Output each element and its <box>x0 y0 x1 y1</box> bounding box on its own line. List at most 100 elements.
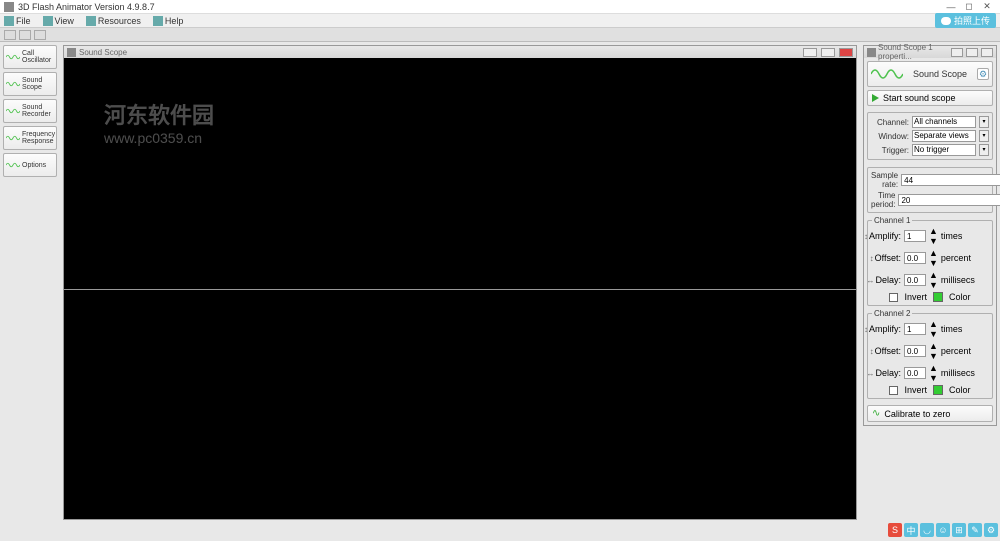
panel-header: Sound Scope ⚙ <box>867 61 993 87</box>
doc-minimize[interactable] <box>803 48 817 57</box>
ch1-invert-checkbox[interactable] <box>889 293 898 302</box>
trigger-select[interactable]: No trigger <box>912 144 976 156</box>
channel-label: Channel: <box>871 118 909 127</box>
channel1-title: Channel 1 <box>872 216 912 225</box>
wave-icon <box>871 65 903 83</box>
trigger-label: Trigger: <box>871 146 909 155</box>
spinner[interactable]: ▲▼ <box>929 341 938 361</box>
spinner[interactable]: ▲▼ <box>929 270 938 290</box>
horizontal-arrow-icon: ↔ <box>866 276 874 285</box>
sidebar-freq-response[interactable]: Frequency Response <box>3 126 57 150</box>
ch2-invert-checkbox[interactable] <box>889 386 898 395</box>
tray-icon[interactable]: ⊞ <box>952 523 966 537</box>
toolbar-button[interactable] <box>4 30 16 40</box>
channel2-title: Channel 2 <box>872 309 912 318</box>
ch2-amplify-input[interactable] <box>904 323 926 335</box>
title-bar: 3D Flash Animator Version 4.9.8.7 — ◻ ✕ <box>0 0 1000 14</box>
panel-body: Sound Scope ⚙ Start sound scope Channel:… <box>864 58 996 425</box>
panel-close[interactable] <box>981 48 993 57</box>
sidebar-options[interactable]: Options <box>3 153 57 177</box>
cloud-icon <box>941 17 951 25</box>
window-label: Window: <box>871 132 909 141</box>
wave-icon <box>6 50 20 64</box>
ch2-color-swatch[interactable] <box>933 385 943 395</box>
scope-canvas[interactable]: 河东软件园 www.pc0359.cn <box>64 58 856 519</box>
timeperiod-input[interactable] <box>898 194 1000 206</box>
tray-icons: S 中 ◡ ☺ ⊞ ✎ ⚙ <box>888 521 998 539</box>
menu-resources[interactable]: Resources <box>86 16 141 26</box>
spinner[interactable]: ▲▼ <box>929 248 938 268</box>
upload-button[interactable]: 拍照上传 <box>935 13 996 28</box>
samplerate-input[interactable] <box>901 174 1000 186</box>
calibrate-icon: ∿ <box>872 408 880 419</box>
ch2-offset-input[interactable] <box>904 345 926 357</box>
sidebar-oscillator[interactable]: Call Oscillator <box>3 45 57 69</box>
menu-view[interactable]: View <box>43 16 74 26</box>
spinner[interactable]: ▲▼ <box>929 363 938 383</box>
sound-scope-window: Sound Scope 河东软件园 www.pc0359.cn <box>63 45 857 520</box>
watermark: 河东软件园 www.pc0359.cn <box>104 98 214 146</box>
ch1-offset-input[interactable] <box>904 252 926 264</box>
scope-baseline <box>64 289 856 290</box>
samplerate-label: Sample rate: <box>871 171 898 189</box>
toolbar-button[interactable] <box>34 30 46 40</box>
close-button[interactable]: ✕ <box>978 2 996 12</box>
menu-bar: File View Resources Help 拍照上传 <box>0 14 1000 28</box>
start-scope-button[interactable]: Start sound scope <box>867 90 993 106</box>
wave-icon <box>6 104 20 118</box>
calibrate-label: Calibrate to zero <box>884 409 950 419</box>
maximize-button[interactable]: ◻ <box>960 2 978 12</box>
channel2-group: Channel 2 ↕Amplify:▲▼times ↕Offset:▲▼per… <box>867 313 993 399</box>
sidebar-label: Frequency Response <box>22 131 55 145</box>
sidebar-label: Call Oscillator <box>22 50 54 64</box>
panel-maximize[interactable] <box>966 48 978 57</box>
tray-icon[interactable]: ☺ <box>936 523 950 537</box>
vertical-arrow-icon: ↕ <box>870 347 874 356</box>
toolbar <box>0 28 1000 42</box>
menu-file[interactable]: File <box>4 16 31 26</box>
file-icon <box>4 16 14 26</box>
ch2-delay-input[interactable] <box>904 367 926 379</box>
app-icon <box>4 2 14 12</box>
tray-icon[interactable]: ◡ <box>920 523 934 537</box>
view-icon <box>43 16 53 26</box>
help-icon <box>153 16 163 26</box>
menu-help[interactable]: Help <box>153 16 184 26</box>
resources-icon <box>86 16 96 26</box>
document-icon <box>67 48 76 57</box>
tray-icon[interactable]: ⚙ <box>984 523 998 537</box>
wave-icon <box>6 77 20 91</box>
toolbar-button[interactable] <box>19 30 31 40</box>
doc-maximize[interactable] <box>821 48 835 57</box>
dropdown-icon[interactable]: ▾ <box>979 116 989 128</box>
minimize-button[interactable]: — <box>942 2 960 12</box>
app-title: 3D Flash Animator Version 4.9.8.7 <box>18 2 942 12</box>
window-select[interactable]: Separate views <box>912 130 976 142</box>
sidebar-label: Options <box>22 162 46 169</box>
tray-icon[interactable]: 中 <box>904 523 918 537</box>
dropdown-icon[interactable]: ▾ <box>979 144 989 156</box>
tray-icon[interactable]: ✎ <box>968 523 982 537</box>
settings-icon[interactable]: ⚙ <box>977 68 989 80</box>
calibrate-button[interactable]: ∿ Calibrate to zero <box>867 405 993 422</box>
ch1-amplify-input[interactable] <box>904 230 926 242</box>
document-titlebar: Sound Scope <box>64 46 856 58</box>
spinner[interactable]: ▲▼ <box>929 226 938 246</box>
wave-icon <box>6 158 20 172</box>
doc-close[interactable] <box>839 48 853 57</box>
ch1-delay-input[interactable] <box>904 274 926 286</box>
sidebar-label: Sound Scope <box>22 77 54 91</box>
sidebar-sound-scope[interactable]: Sound Scope <box>3 72 57 96</box>
sidebar-sound-recorder[interactable]: Sound Recorder <box>3 99 57 123</box>
panel-minimize[interactable] <box>951 48 963 57</box>
channel-select[interactable]: All channels <box>912 116 976 128</box>
play-icon <box>872 94 879 102</box>
channel1-group: Channel 1 ↕Amplify:▲▼times ↕Offset:▲▼per… <box>867 220 993 306</box>
document-area: Sound Scope 河东软件园 www.pc0359.cn <box>60 42 860 523</box>
tray-icon[interactable]: S <box>888 523 902 537</box>
wave-icon <box>6 131 20 145</box>
dropdown-icon[interactable]: ▾ <box>979 130 989 142</box>
spinner[interactable]: ▲▼ <box>929 319 938 339</box>
ch1-color-swatch[interactable] <box>933 292 943 302</box>
vertical-arrow-icon: ↕ <box>870 254 874 263</box>
